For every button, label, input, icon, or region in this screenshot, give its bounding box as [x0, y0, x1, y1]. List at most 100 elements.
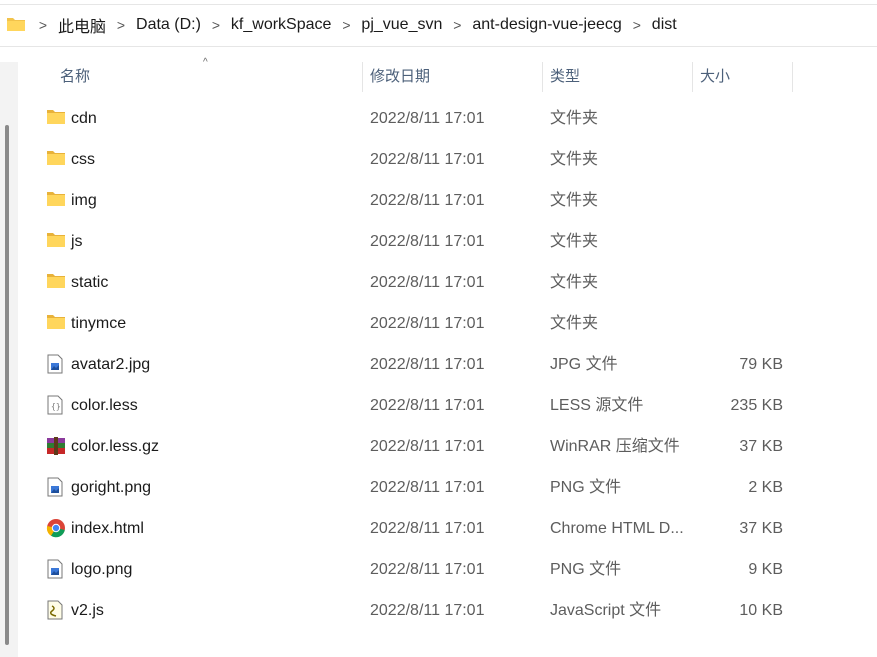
breadcrumb-separator-icon[interactable]: > — [331, 17, 361, 33]
breadcrumb-item[interactable]: pj_vue_svn — [361, 16, 442, 34]
folder-icon — [6, 16, 28, 34]
breadcrumb-separator-icon[interactable]: > — [28, 17, 58, 33]
file-modified: 2022/8/11 17:01 — [370, 151, 485, 168]
folder-icon — [46, 190, 66, 210]
file-type: 文件夹 — [550, 315, 599, 332]
file-type: 文件夹 — [550, 151, 599, 168]
column-type-header[interactable]: 类型 — [542, 62, 693, 92]
file-name: cdn — [71, 110, 97, 127]
breadcrumb-separator-icon[interactable]: > — [201, 17, 231, 33]
file-size: 235 KB — [730, 397, 783, 414]
file-row[interactable]: logo.png 2022/8/11 17:01 PNG 文件 9 KB — [18, 549, 818, 590]
file-name: v2.js — [71, 602, 104, 619]
file-name: color.less.gz — [71, 438, 160, 455]
file-size — [700, 221, 783, 262]
file-name: css — [71, 151, 95, 168]
breadcrumb-item[interactable]: 此电脑 — [58, 13, 106, 37]
file-name: img — [71, 192, 97, 209]
file-name: js — [71, 233, 83, 250]
file-name: goright.png — [71, 479, 152, 496]
navigation-pane-edge — [0, 62, 18, 657]
file-size — [700, 139, 783, 180]
folder-icon — [46, 313, 66, 333]
file-modified: 2022/8/11 17:01 — [370, 315, 485, 332]
file-row[interactable]: css 2022/8/11 17:01 文件夹 — [18, 139, 818, 180]
folder-icon — [46, 231, 66, 251]
column-name-header[interactable]: 名称 ^ — [18, 58, 363, 92]
file-type: WinRAR 压缩文件 — [550, 438, 680, 455]
file-row[interactable]: static 2022/8/11 17:01 文件夹 — [18, 262, 818, 303]
breadcrumb-separator-icon[interactable]: > — [622, 17, 652, 33]
breadcrumb: > 此电脑 > Data (D:) > kf_workSpace > pj_vue_svn > a… — [0, 4, 877, 45]
file-type: 文件夹 — [550, 274, 599, 291]
file-row[interactable]: tinymce 2022/8/11 17:01 文件夹 — [18, 303, 818, 344]
file-row[interactable]: img 2022/8/11 17:01 文件夹 — [18, 180, 818, 221]
file-modified: 2022/8/11 17:01 — [370, 479, 485, 496]
file-type: Chrome HTML D... — [550, 520, 684, 537]
address-bar[interactable]: > 此电脑 > Data (D:) > kf_workSpace > pj_vue_svn > a… — [0, 0, 877, 47]
file-row[interactable]: avatar2.jpg 2022/8/11 17:01 JPG 文件 79 KB — [18, 344, 818, 385]
folder-icon — [46, 149, 66, 169]
file-modified: 2022/8/11 17:01 — [370, 397, 485, 414]
folder-icon — [46, 272, 66, 292]
file-name: avatar2.jpg — [71, 356, 151, 373]
file-type: PNG 文件 — [550, 479, 622, 496]
column-size-header[interactable]: 大小 — [692, 62, 793, 92]
file-type: LESS 源文件 — [550, 397, 644, 414]
file-modified: 2022/8/11 17:01 — [370, 110, 485, 127]
code-file-icon: {} — [46, 395, 66, 415]
folder-icon — [46, 108, 66, 128]
scrollbar-thumb[interactable] — [5, 125, 9, 645]
image-file-icon — [46, 354, 66, 374]
file-type: PNG 文件 — [550, 561, 622, 578]
breadcrumb-separator-icon[interactable]: > — [442, 17, 472, 33]
file-size: 37 KB — [739, 520, 783, 537]
breadcrumb-item[interactable]: ant-design-vue-jeecg — [472, 16, 621, 34]
file-modified: 2022/8/11 17:01 — [370, 520, 485, 537]
file-name: tinymce — [71, 315, 127, 332]
file-modified: 2022/8/11 17:01 — [370, 602, 485, 619]
chrome-icon — [46, 518, 66, 538]
column-modified-header[interactable]: 修改日期 — [362, 62, 543, 92]
file-row[interactable]: js 2022/8/11 17:01 文件夹 — [18, 221, 818, 262]
file-row[interactable]: v2.js 2022/8/11 17:01 JavaScript 文件 10 KB — [18, 590, 818, 631]
file-modified: 2022/8/11 17:01 — [370, 561, 485, 578]
breadcrumb-separator-icon[interactable]: > — [106, 17, 136, 33]
file-row[interactable]: cdn 2022/8/11 17:01 文件夹 — [18, 98, 818, 139]
file-name: static — [71, 274, 109, 291]
file-modified: 2022/8/11 17:01 — [370, 233, 485, 250]
file-size: 9 KB — [748, 561, 783, 578]
file-type: JPG 文件 — [550, 356, 618, 373]
file-size: 79 KB — [739, 356, 783, 373]
breadcrumb-item[interactable]: Data (D:) — [136, 16, 201, 34]
sort-ascending-icon: ^ — [203, 57, 208, 68]
file-name: index.html — [71, 520, 144, 537]
breadcrumb-item[interactable]: kf_workSpace — [231, 16, 332, 34]
file-size — [700, 262, 783, 303]
file-type: 文件夹 — [550, 110, 599, 127]
file-size: 10 KB — [739, 602, 783, 619]
file-size — [700, 98, 783, 139]
file-name: color.less — [71, 397, 138, 414]
file-size — [700, 180, 783, 221]
file-size — [700, 303, 783, 344]
image-file-icon — [46, 559, 66, 579]
file-name: logo.png — [71, 561, 133, 578]
column-header: 名称 ^ 修改日期 类型 大小 — [18, 58, 877, 92]
file-type: JavaScript 文件 — [550, 602, 662, 619]
svg-text:{}: {} — [51, 402, 61, 411]
file-modified: 2022/8/11 17:01 — [370, 192, 485, 209]
image-file-icon — [46, 477, 66, 497]
file-row[interactable]: index.html 2022/8/11 17:01 Chrome HTML D..… — [18, 508, 818, 549]
file-size: 37 KB — [739, 438, 783, 455]
file-modified: 2022/8/11 17:01 — [370, 274, 485, 291]
file-row[interactable]: {} color.less 2022/8/11 17:01 LESS 源文件 235 K… — [18, 385, 818, 426]
script-file-icon — [46, 600, 66, 620]
winrar-icon — [46, 436, 66, 456]
file-row[interactable]: goright.png 2022/8/11 17:01 PNG 文件 2 KB — [18, 467, 818, 508]
file-type: 文件夹 — [550, 192, 599, 209]
file-row[interactable]: color.less.gz 2022/8/11 17:01 WinRAR 压缩文件 3… — [18, 426, 818, 467]
breadcrumb-item[interactable]: dist — [652, 16, 677, 34]
file-size: 2 KB — [748, 479, 783, 496]
file-modified: 2022/8/11 17:01 — [370, 356, 485, 373]
